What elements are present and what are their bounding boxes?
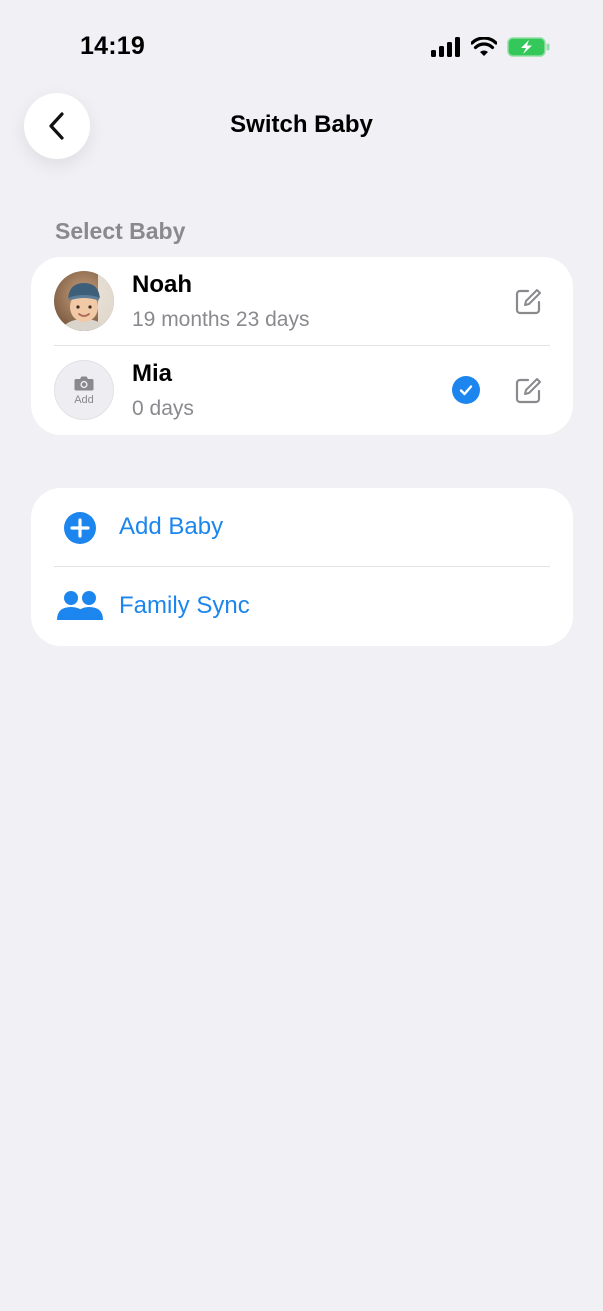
edit-baby-button[interactable] [513,376,543,406]
people-icon [57,589,103,626]
baby-avatar [54,271,114,331]
family-sync-button[interactable]: Family Sync [31,567,573,645]
add-baby-label: Add Baby [119,513,224,540]
edit-icon [515,378,541,404]
plus-circle-icon [63,511,97,550]
battery-charging-icon [507,37,550,57]
baby-age: 19 months 23 days [132,308,310,331]
add-photo-button[interactable]: Add [54,360,114,420]
edit-baby-button[interactable] [513,287,543,317]
camera-icon [74,376,94,390]
baby-age: 0 days [132,397,194,420]
baby-row-noah[interactable]: Noah 19 months 23 days [31,257,573,346]
wifi-icon [471,37,497,56]
page-title: Switch Baby [230,111,373,138]
edit-icon [515,289,541,315]
selected-check-icon [452,376,480,404]
baby-row-mia[interactable]: Add Mia 0 days [31,346,573,434]
status-time: 14:19 [80,32,145,60]
add-photo-label: Add [74,393,94,406]
section-label: Select Baby [55,218,186,244]
actions-card: Add Baby Family Sync [31,488,573,646]
baby-name: Mia [132,360,173,387]
cellular-signal-icon [431,37,460,57]
baby-list-card: Noah 19 months 23 days Add Mia 0 days [31,257,573,435]
status-icons [431,36,551,58]
add-baby-button[interactable]: Add Baby [31,488,573,567]
baby-name: Noah [132,271,192,298]
family-sync-label: Family Sync [119,592,250,619]
status-bar: 14:19 [0,0,603,96]
